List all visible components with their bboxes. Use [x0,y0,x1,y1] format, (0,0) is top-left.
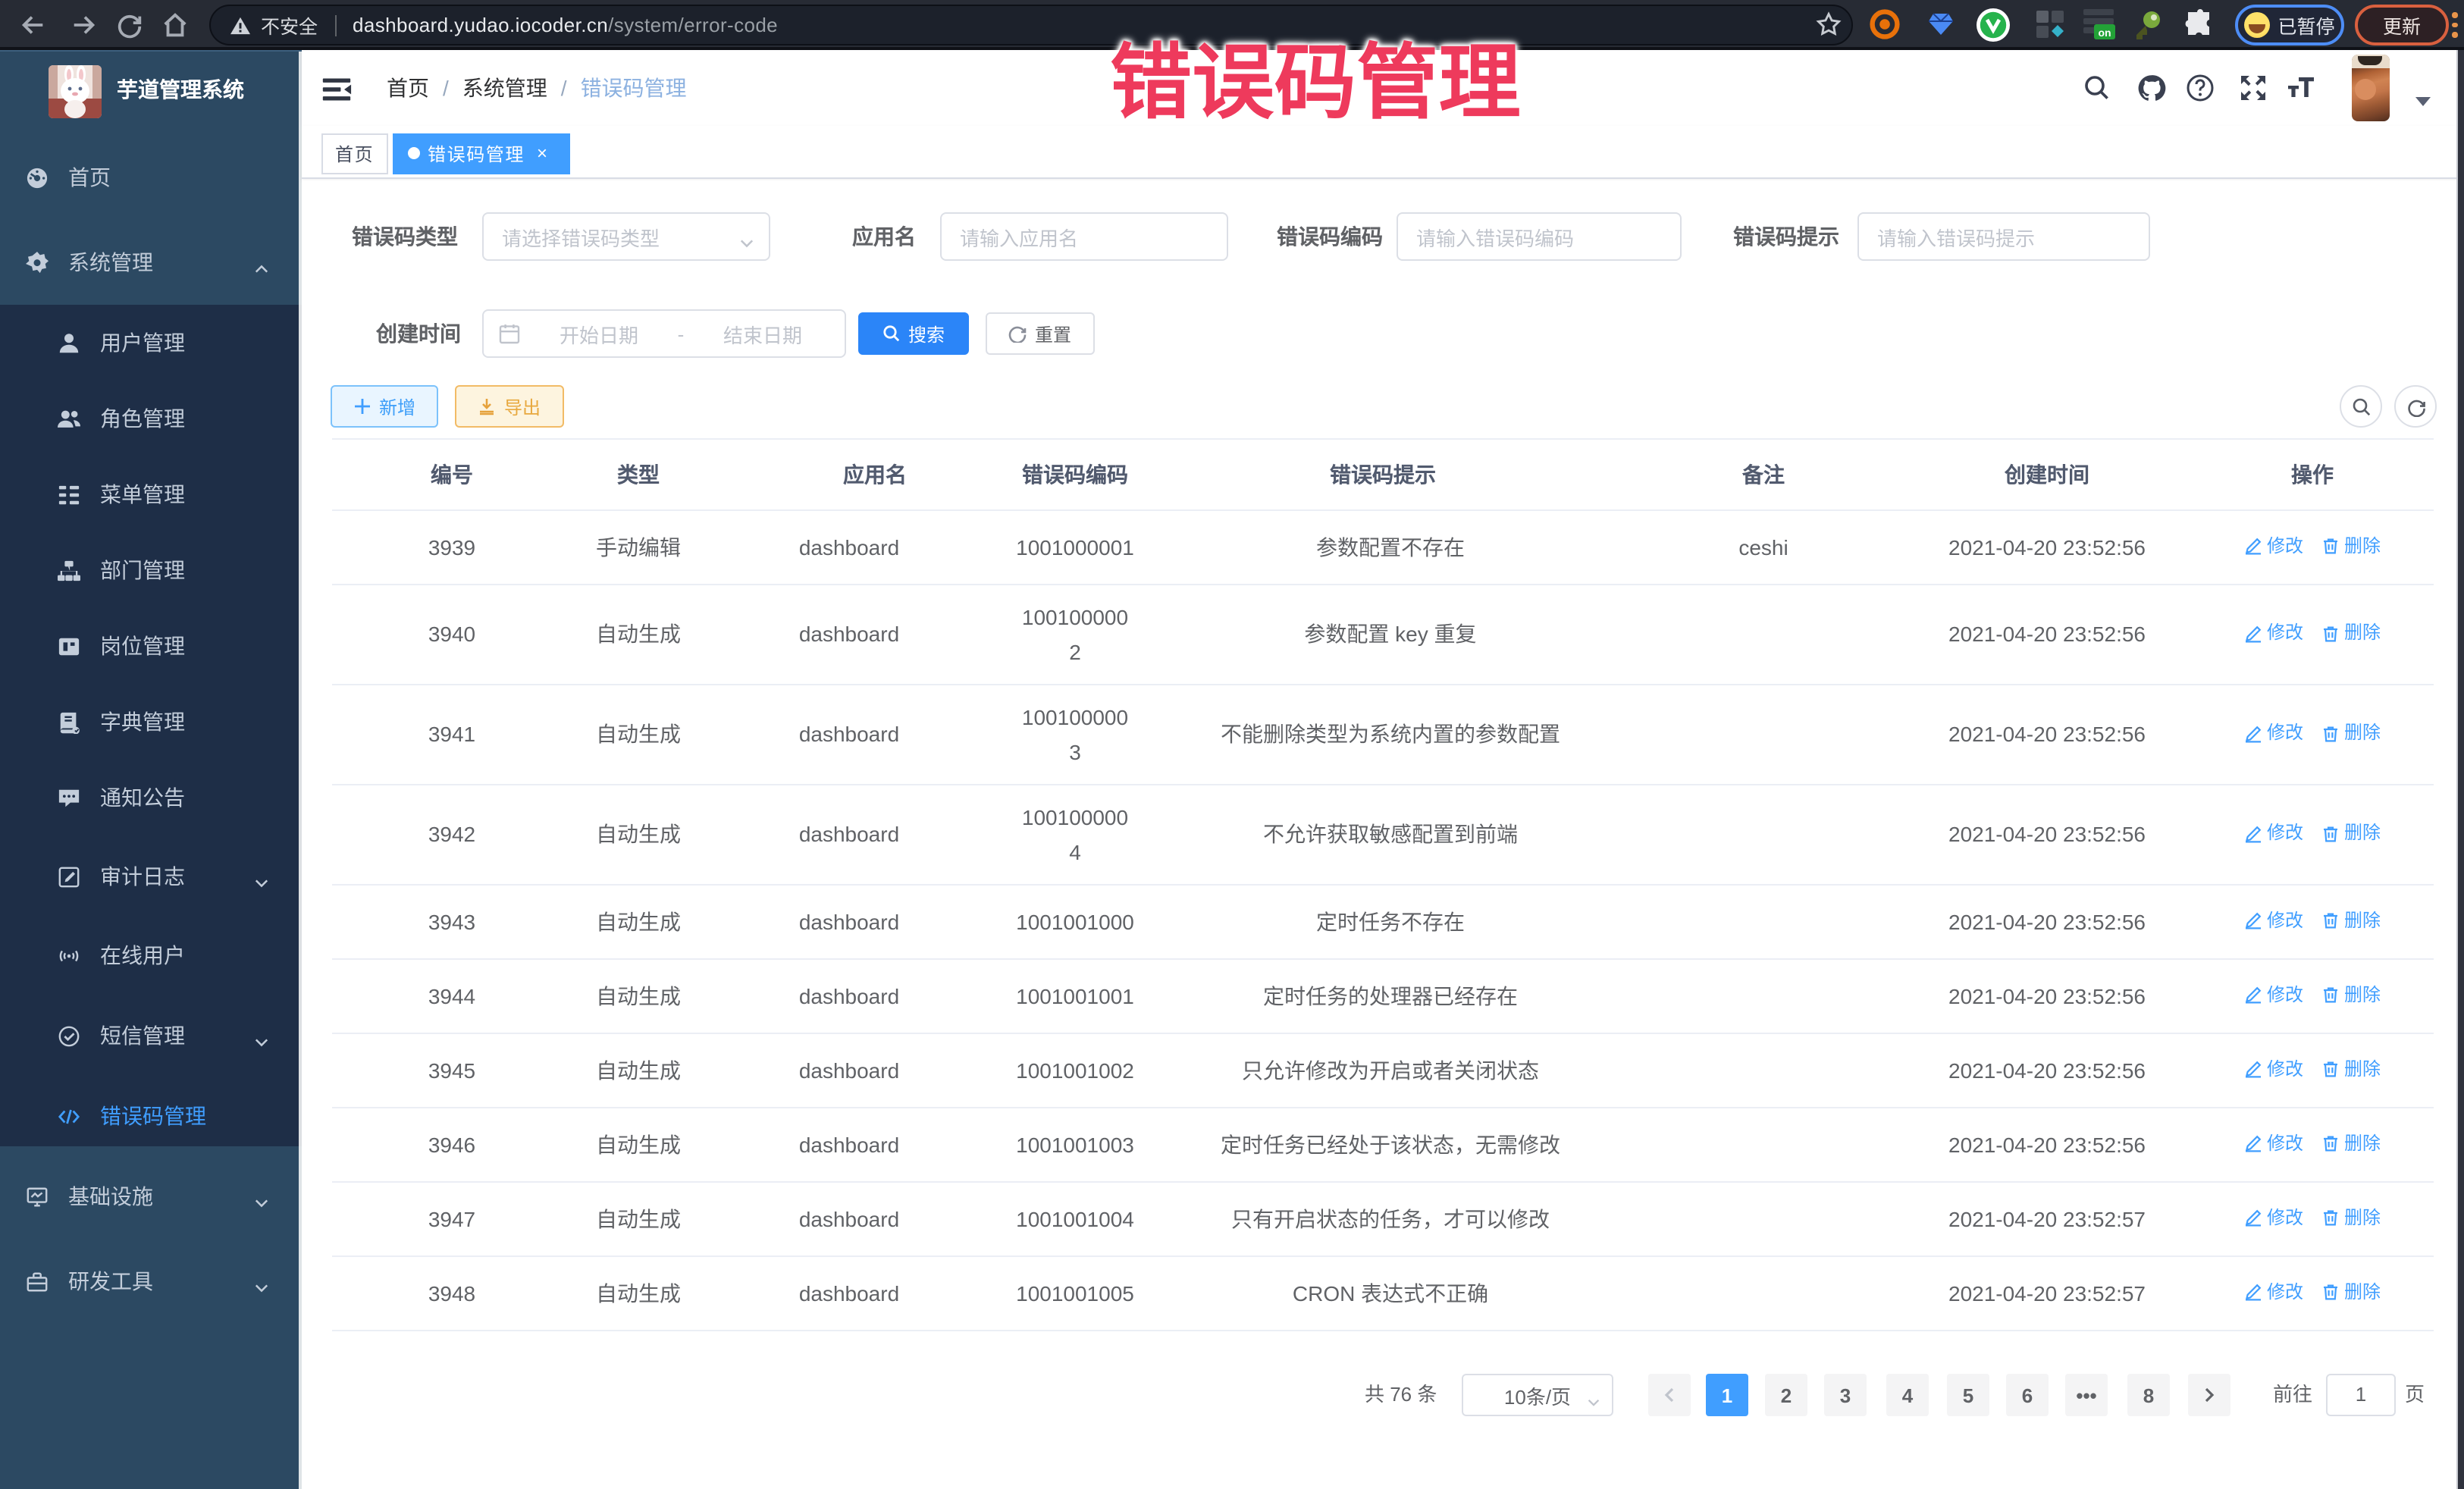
svg-text:on: on [2098,27,2111,39]
